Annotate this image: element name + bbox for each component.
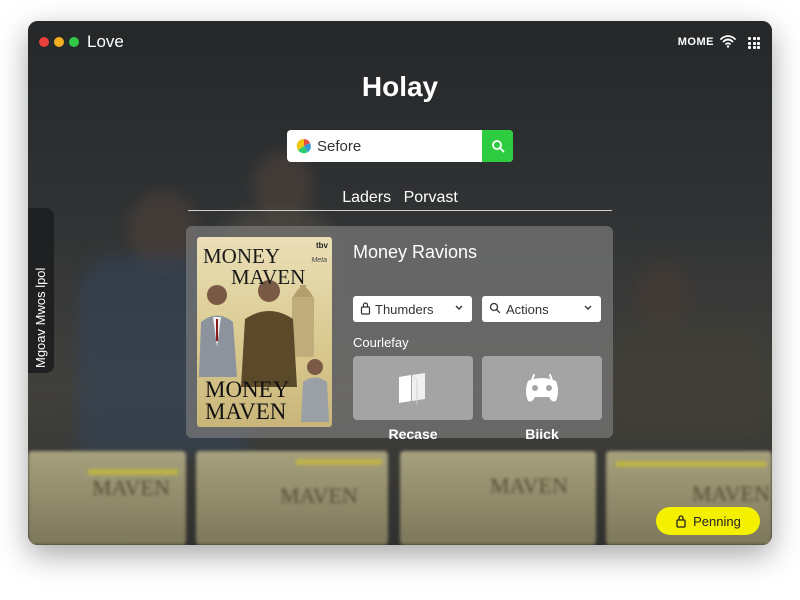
thumbnail-card[interactable]: MAVEN <box>196 451 388 545</box>
side-panel-tab[interactable]: Mgoav Mwos lpol <box>28 208 54 373</box>
movie-poster[interactable]: MONEY MAVEN tbv Meta MONEY MAVEN <box>197 237 332 427</box>
tab-divider <box>188 210 612 211</box>
card-title: Money Ravions <box>353 242 478 262</box>
tab-laders[interactable]: Laders <box>342 189 391 207</box>
page-title: Holay <box>361 71 439 102</box>
search-icon <box>491 140 504 153</box>
search-input[interactable] <box>317 130 477 162</box>
thumbnail-title: MAVEN <box>490 473 568 498</box>
chevron-down-icon <box>584 305 592 310</box>
app-window: Love MOME Holay Laders Porvast <box>28 21 772 545</box>
tab-porvast[interactable]: Porvast <box>404 189 458 207</box>
thumders-dropdown[interactable]: Thumders <box>353 296 472 322</box>
pending-button[interactable]: Penning <box>656 507 760 535</box>
side-tab-label: Mgoav Mwos lpol <box>33 267 48 368</box>
minimize-window-button[interactable] <box>54 37 64 47</box>
thumbnail-title: MAVEN <box>692 481 770 506</box>
recase-label: Recase <box>388 426 438 442</box>
biick-tile[interactable] <box>482 356 602 420</box>
poster-badge: tbv <box>316 241 328 250</box>
poster-bottom-title-line-2: MAVEN <box>205 399 287 424</box>
tab-bar: Laders Porvast <box>188 189 612 211</box>
movie-detail-card: MONEY MAVEN tbv Meta MONEY MAVEN Money R… <box>186 226 613 442</box>
title-bar: Love MOME <box>28 21 772 61</box>
recase-tile[interactable] <box>353 356 473 420</box>
chevron-down-icon <box>455 305 463 310</box>
status-text: MOME <box>677 36 714 48</box>
thumbnail-card[interactable]: MAVEN <box>28 451 186 545</box>
biick-label: Biick <box>525 426 559 442</box>
thumders-dropdown-label: Thumders <box>375 302 434 317</box>
thumbnail-title: MAVEN <box>280 483 358 508</box>
lock-icon <box>360 302 371 315</box>
grid-menu-icon[interactable] <box>748 37 760 49</box>
document-icon <box>399 373 425 405</box>
poster-title-line-2: MAVEN <box>231 265 306 289</box>
gamepad-icon <box>526 374 558 402</box>
lock-icon <box>676 515 686 528</box>
close-window-button[interactable] <box>39 37 49 47</box>
actions-dropdown[interactable]: Actions <box>482 296 601 322</box>
poster-bottom-title-line-1: MONEY <box>205 377 290 402</box>
pending-button-label: Penning <box>693 513 741 529</box>
maximize-window-button[interactable] <box>69 37 79 47</box>
wifi-icon <box>720 35 736 48</box>
pinwheel-logo-icon <box>296 138 311 154</box>
poster-small-text: Meta <box>311 257 327 264</box>
search-icon <box>489 302 501 314</box>
thumbnail-title: MAVEN <box>92 475 170 500</box>
search-bar <box>287 130 513 162</box>
actions-dropdown-label: Actions <box>506 302 549 317</box>
poster-title-line-1: MONEY <box>203 244 280 268</box>
section-label: Courlefay <box>353 335 409 350</box>
app-title: Love <box>87 32 124 51</box>
search-button[interactable] <box>482 130 513 162</box>
thumbnail-card[interactable]: MAVEN <box>400 451 596 545</box>
